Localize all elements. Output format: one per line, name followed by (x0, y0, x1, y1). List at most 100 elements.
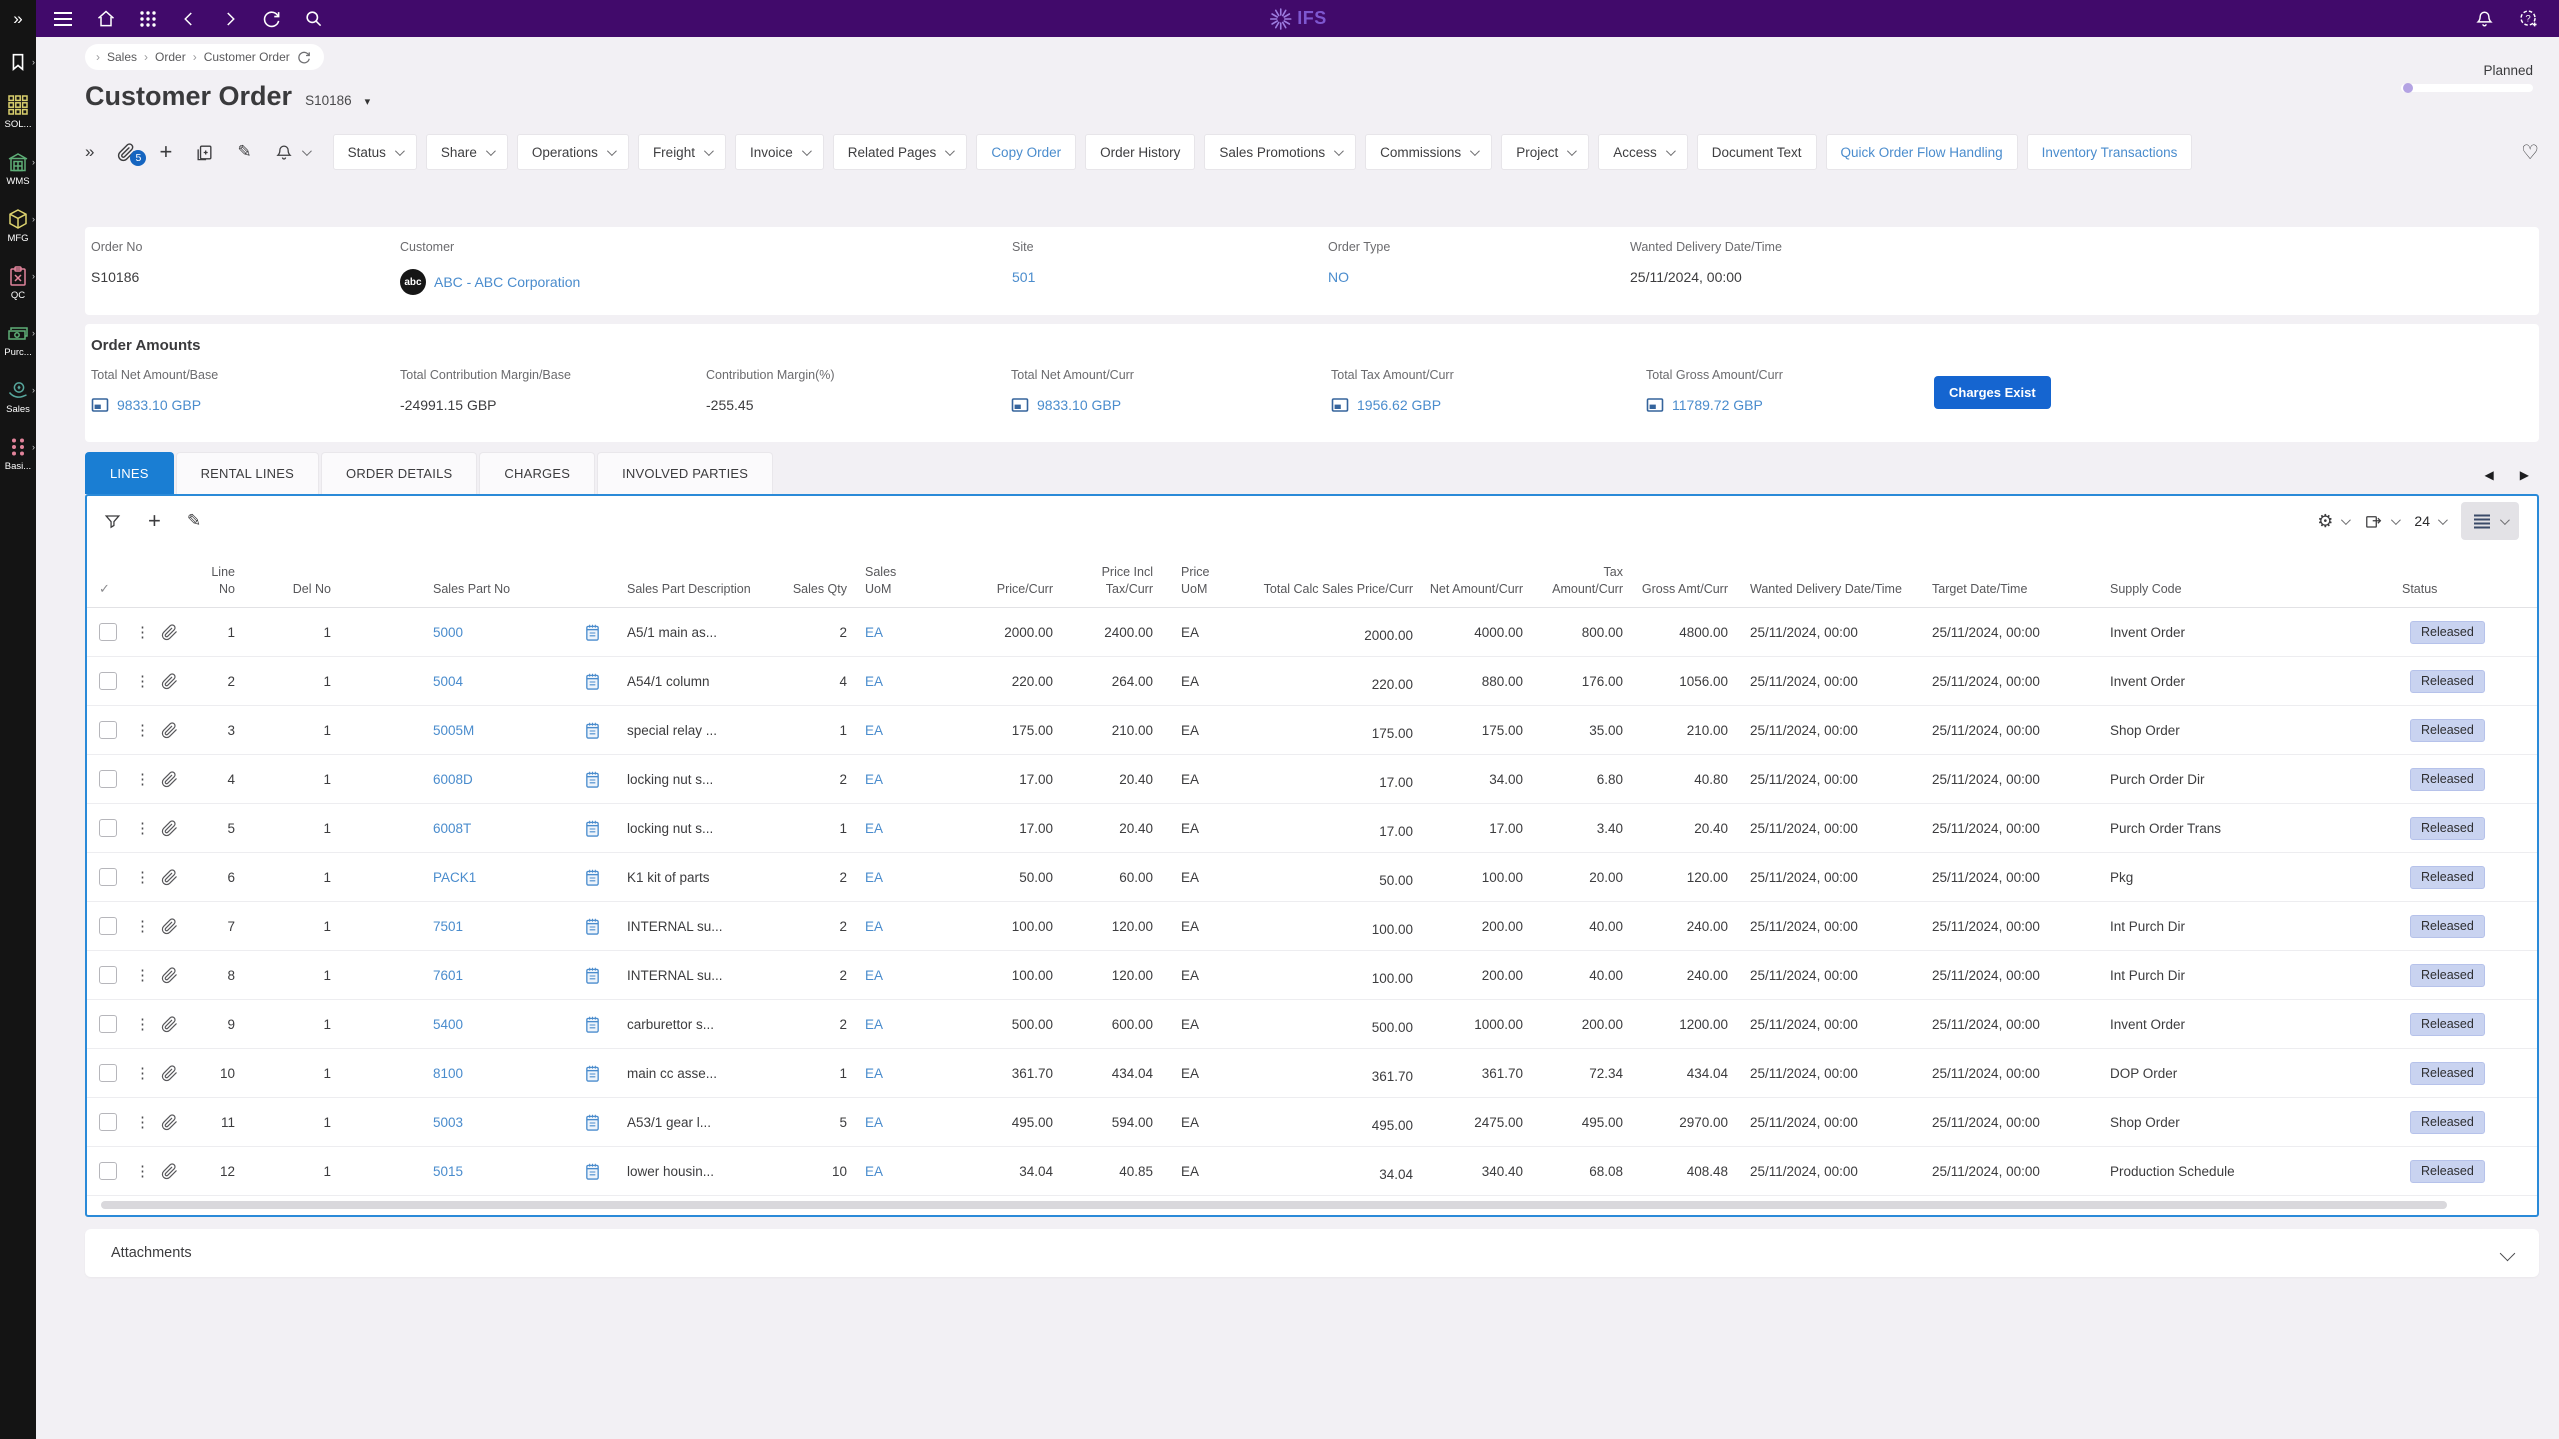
column-header-gross-amt-curr[interactable]: Gross Amt/Curr (1637, 581, 1742, 598)
column-header-line-no[interactable]: Line No (199, 564, 257, 598)
column-header-status[interactable]: Status (2402, 581, 2532, 598)
uom-link[interactable]: EA (865, 1017, 917, 1032)
tab-involved-parties[interactable]: INVOLVED PARTIES (597, 452, 773, 494)
row-checkbox[interactable] (99, 1113, 117, 1131)
row-menu-icon[interactable]: ⋮ (135, 672, 161, 690)
breadcrumb-customer-order[interactable]: Customer Order (204, 50, 290, 64)
uom-link[interactable]: EA (865, 870, 917, 885)
sales-part-link[interactable]: 6008D (433, 772, 567, 787)
tab-scroll-left-icon[interactable]: ◀ (2485, 468, 2494, 482)
sales-part-link[interactable]: 8100 (433, 1066, 567, 1081)
hamburger-menu-icon[interactable] (53, 11, 73, 27)
search-icon[interactable] (304, 9, 323, 28)
uom-link[interactable]: EA (865, 1066, 917, 1081)
sales-part-link[interactable]: 7501 (433, 919, 567, 934)
row-menu-icon[interactable]: ⋮ (135, 1064, 161, 1082)
sidebar-item-sales[interactable]: › Sales (0, 379, 36, 415)
sidebar-item-solution[interactable]: SOL... (0, 94, 36, 130)
tab-charges[interactable]: CHARGES (479, 452, 595, 494)
column-header-supply-code[interactable]: Supply Code (2102, 581, 2402, 598)
column-header-price-curr[interactable]: Price/Curr (917, 581, 1067, 598)
expand-toolbar-icon[interactable]: » (85, 142, 94, 162)
order-type-link[interactable]: NO (1328, 269, 1349, 285)
command-button-document-text[interactable]: Document Text (1697, 134, 1817, 170)
uom-link[interactable]: EA (865, 772, 917, 787)
amount-link[interactable]: 9833.10 GBP (1037, 397, 1121, 413)
row-menu-icon[interactable]: ⋮ (135, 1162, 161, 1180)
horizontal-scrollbar[interactable] (101, 1201, 2447, 1209)
tab-rental-lines[interactable]: RENTAL LINES (176, 452, 319, 494)
uom-link[interactable]: EA (865, 625, 917, 640)
amount-link[interactable]: 1956.62 GBP (1357, 397, 1441, 413)
column-header-del-no[interactable]: Del No (257, 581, 367, 598)
tab-lines[interactable]: LINES (85, 452, 174, 494)
row-menu-icon[interactable]: ⋮ (135, 721, 161, 739)
duplicate-icon[interactable] (195, 143, 214, 162)
page-size-selector[interactable]: 24 (2414, 513, 2445, 529)
sidebar-item-purchasing[interactable]: › Purc... (0, 322, 36, 358)
breadcrumb-refresh-icon[interactable] (297, 50, 311, 64)
column-header-target-date-time[interactable]: Target Date/Time (1924, 581, 2102, 598)
column-header-tax-amount-curr[interactable]: Tax Amount/Curr (1537, 564, 1637, 598)
sales-part-link[interactable]: 5000 (433, 625, 567, 640)
customer-link[interactable]: ABC - ABC Corporation (434, 274, 580, 290)
sidebar-item-basic-data[interactable]: › Basi... (0, 436, 36, 472)
table-export-icon[interactable] (2364, 512, 2398, 531)
sidebar-item-mfg[interactable]: › MFG (0, 208, 36, 244)
sales-part-link[interactable]: 7601 (433, 968, 567, 983)
row-checkbox[interactable] (99, 1015, 117, 1033)
row-menu-icon[interactable]: ⋮ (135, 868, 161, 886)
favorite-heart-icon[interactable]: ♡ (2521, 140, 2539, 165)
row-checkbox[interactable] (99, 1162, 117, 1180)
attachments-icon[interactable]: 5 (117, 143, 136, 162)
notifications-bell-icon[interactable] (2475, 9, 2494, 29)
sales-part-link[interactable]: 5003 (433, 1115, 567, 1130)
back-icon[interactable] (180, 10, 198, 28)
row-menu-icon[interactable]: ⋮ (135, 623, 161, 641)
row-checkbox[interactable] (99, 966, 117, 984)
column-header-price-uom[interactable]: Price UoM (1167, 564, 1237, 598)
amount-link[interactable]: 11789.72 GBP (1672, 397, 1763, 413)
row-menu-icon[interactable]: ⋮ (135, 770, 161, 788)
column-header-sales-part-description[interactable]: Sales Part Description (617, 581, 777, 598)
command-button-copy-order[interactable]: Copy Order (976, 134, 1076, 170)
title-dropdown-caret-icon[interactable]: ▾ (365, 95, 371, 108)
uom-link[interactable]: EA (865, 674, 917, 689)
command-button-project[interactable]: Project (1501, 134, 1589, 170)
alerts-bell-icon[interactable] (275, 143, 309, 162)
home-icon[interactable] (96, 9, 116, 29)
command-button-inventory-transactions[interactable]: Inventory Transactions (2027, 134, 2193, 170)
command-button-status[interactable]: Status (333, 134, 417, 170)
uom-link[interactable]: EA (865, 1115, 917, 1130)
command-button-invoice[interactable]: Invoice (735, 134, 824, 170)
row-checkbox[interactable] (99, 819, 117, 837)
row-checkbox[interactable] (99, 868, 117, 886)
uom-link[interactable]: EA (865, 723, 917, 738)
uom-link[interactable]: EA (865, 968, 917, 983)
column-header-sales-part-no[interactable]: Sales Part No (367, 581, 567, 598)
breadcrumb-order[interactable]: Order (155, 50, 186, 64)
sales-part-link[interactable]: PACK1 (433, 870, 567, 885)
uom-link[interactable]: EA (865, 919, 917, 934)
sales-part-link[interactable]: 5005M (433, 723, 567, 738)
sidebar-item-wms[interactable]: › WMS (0, 151, 36, 187)
sales-part-link[interactable]: 6008T (433, 821, 567, 836)
row-menu-icon[interactable]: ⋮ (135, 966, 161, 984)
row-menu-icon[interactable]: ⋮ (135, 1113, 161, 1131)
row-menu-icon[interactable]: ⋮ (135, 1015, 161, 1033)
table-settings-gear-icon[interactable]: ⚙ (2317, 511, 2348, 532)
view-mode-selector[interactable] (2461, 502, 2519, 540)
chevron-down-icon[interactable] (2500, 1245, 2516, 1261)
help-icon[interactable]: ? (2518, 8, 2539, 29)
row-checkbox[interactable] (99, 770, 117, 788)
add-icon[interactable]: + (159, 141, 172, 163)
command-button-operations[interactable]: Operations (517, 134, 629, 170)
row-checkbox[interactable] (99, 672, 117, 690)
tab-scroll-right-icon[interactable]: ▶ (2520, 468, 2529, 482)
charges-exist-button[interactable]: Charges Exist (1934, 376, 2051, 409)
uom-link[interactable]: EA (865, 821, 917, 836)
command-button-quick-order-flow-handling[interactable]: Quick Order Flow Handling (1826, 134, 2018, 170)
command-button-freight[interactable]: Freight (638, 134, 726, 170)
sales-part-link[interactable]: 5400 (433, 1017, 567, 1032)
site-link[interactable]: 501 (1012, 269, 1035, 285)
